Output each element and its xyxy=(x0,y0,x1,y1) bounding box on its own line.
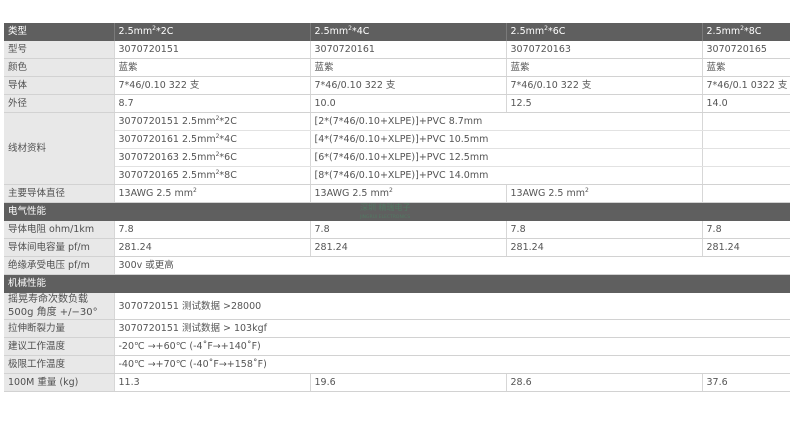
model-value: 3070720161 xyxy=(310,41,507,59)
cable-info-empty xyxy=(702,130,790,149)
main-diameter-empty xyxy=(702,184,790,203)
main-diameter-value: 13AWG 2.5 mm2 xyxy=(310,184,507,203)
rec-temp-row: 建议工作温度 -20℃ →+60℃ (-4˚F→+140˚F) xyxy=(4,337,790,356)
watermark-logo: 深圳 精瑞电子 JINGRUI ELECTRONICS xyxy=(359,202,411,220)
resistance-value: 7.8 xyxy=(702,221,790,239)
weight-value: 19.6 xyxy=(310,373,507,392)
resistance-label: 导体电阻 ohm/1km xyxy=(4,221,115,239)
swing-label-line2: 500g 角度 +/−30° xyxy=(8,307,98,318)
tensile-label: 拉伸断裂力量 xyxy=(4,319,115,338)
cable-info-empty xyxy=(702,112,790,131)
cable-info-model: 3070720151 2.5mm2*2C xyxy=(114,112,311,131)
limit-temp-label: 极限工作温度 xyxy=(4,355,115,374)
cable-info-empty xyxy=(702,166,790,185)
color-row: 颜色 蓝紫 蓝紫 蓝紫 蓝紫 xyxy=(4,58,790,77)
tensile-value: 3070720151 测试数据 > 103kgf xyxy=(114,319,790,338)
main-diameter-label: 主要导体直径 xyxy=(4,184,115,203)
od-row: 外径 8.7 10.0 12.5 14.0 xyxy=(4,94,790,113)
od-value: 12.5 xyxy=(506,94,703,113)
type-8c: 2.5mm2*8C xyxy=(702,23,790,41)
type-6c: 2.5mm2*6C xyxy=(506,23,703,41)
main-diameter-row: 主要导体直径 13AWG 2.5 mm2 13AWG 2.5 mm2 13AWG… xyxy=(4,184,790,203)
limit-temp-row: 极限工作温度 -40℃ →+70℃ (-40˚F→+158˚F) xyxy=(4,355,790,374)
color-value: 蓝紫 xyxy=(702,58,790,77)
conductor-row: 导体 7*46/0.10 322 支 7*46/0.10 322 支 7*46/… xyxy=(4,76,790,95)
cable-info-label: 线材资料 xyxy=(4,112,115,185)
capacitance-value: 281.24 xyxy=(506,238,703,257)
cable-info-spec: [6*(7*46/0.10+XLPE)]+PVC 12.5mm xyxy=(310,148,703,167)
swing-row: 摇晃寿命次数负载 500g 角度 +/−30° 3070720151 测试数据 >… xyxy=(4,293,790,320)
od-value: 14.0 xyxy=(702,94,790,113)
od-value: 8.7 xyxy=(114,94,311,113)
swing-label: 摇晃寿命次数负载 500g 角度 +/−30° xyxy=(4,293,115,320)
conductor-value: 7*46/0.1 0322 支 xyxy=(702,76,790,95)
voltage-value: 300v 或更高 xyxy=(114,256,790,275)
model-row: 型号 3070720151 3070720161 3070720163 3070… xyxy=(4,41,790,59)
weight-value: 28.6 xyxy=(506,373,703,392)
resistance-value: 7.8 xyxy=(310,221,507,239)
cable-info-row: 3070720161 2.5mm2*4C [4*(7*46/0.10+XLPE)… xyxy=(4,130,790,149)
type-2c: 2.5mm2*2C xyxy=(114,23,311,41)
type-label: 类型 xyxy=(4,23,115,41)
conductor-value: 7*46/0.10 322 支 xyxy=(114,76,311,95)
watermark-line2: JINGRUI ELECTRONICS xyxy=(359,214,410,220)
swing-value: 3070720151 测试数据 >28000 xyxy=(114,293,790,320)
conductor-value: 7*46/0.10 322 支 xyxy=(310,76,507,95)
resistance-value: 7.8 xyxy=(506,221,703,239)
od-label: 外径 xyxy=(4,94,115,113)
color-value: 蓝紫 xyxy=(506,58,703,77)
capacitance-value: 281.24 xyxy=(114,238,311,257)
weight-row: 100M 重量 (kg) 11.3 19.6 28.6 37.6 xyxy=(4,373,790,392)
limit-temp-value: -40℃ →+70℃ (-40˚F→+158˚F) xyxy=(114,355,790,374)
weight-value: 37.6 xyxy=(702,373,790,392)
weight-label: 100M 重量 (kg) xyxy=(4,373,115,392)
conductor-value: 7*46/0.10 322 支 xyxy=(506,76,703,95)
rec-temp-value: -20℃ →+60℃ (-4˚F→+140˚F) xyxy=(114,337,790,356)
cable-info-model: 3070720161 2.5mm2*4C xyxy=(114,130,311,149)
cable-info-spec: [2*(7*46/0.10+XLPE)]+PVC 8.7mm xyxy=(310,112,703,131)
color-value: 蓝紫 xyxy=(310,58,507,77)
model-value: 3070720151 xyxy=(114,41,311,59)
rec-temp-label: 建议工作温度 xyxy=(4,337,115,356)
color-label: 颜色 xyxy=(4,58,115,77)
resistance-row: 导体电阻 ohm/1km 7.8 7.8 7.8 7.8 xyxy=(4,221,790,239)
resistance-value: 7.8 xyxy=(114,221,311,239)
cable-info-empty xyxy=(702,148,790,167)
model-value: 3070720163 xyxy=(506,41,703,59)
cable-info-spec: [4*(7*46/0.10+XLPE)]+PVC 10.5mm xyxy=(310,130,703,149)
swing-label-line1: 摇晃寿命次数负载 xyxy=(8,294,88,305)
mechanical-section-title: 机械性能 xyxy=(4,274,790,293)
model-value: 3070720165 xyxy=(702,41,790,59)
weight-value: 11.3 xyxy=(114,373,311,392)
capacitance-label: 导体间电容量 pf/m xyxy=(4,238,115,257)
cable-info-row: 线材资料 3070720151 2.5mm2*2C [2*(7*46/0.10+… xyxy=(4,112,790,185)
main-diameter-value: 13AWG 2.5 mm2 xyxy=(114,184,311,203)
color-value: 蓝紫 xyxy=(114,58,311,77)
cable-info-row: 3070720165 2.5mm2*8C [8*(7*46/0.10+XLPE)… xyxy=(4,166,790,185)
main-diameter-value: 13AWG 2.5 mm2 xyxy=(506,184,703,203)
conductor-label: 导体 xyxy=(4,76,115,95)
spec-sheet: 类型 2.5mm2*2C 2.5mm2*4C 2.5mm2*6C 2.5mm2*… xyxy=(0,0,790,423)
type-header-row: 类型 2.5mm2*2C 2.5mm2*4C 2.5mm2*6C 2.5mm2*… xyxy=(4,23,790,41)
capacitance-row: 导体间电容量 pf/m 281.24 281.24 281.24 281.24 xyxy=(4,238,790,257)
capacitance-value: 281.24 xyxy=(310,238,507,257)
mechanical-section-header: 机械性能 xyxy=(4,274,790,293)
model-label: 型号 xyxy=(4,41,115,59)
capacitance-value: 281.24 xyxy=(702,238,790,257)
cable-info-spec: [8*(7*46/0.10+XLPE)]+PVC 14.0mm xyxy=(310,166,703,185)
watermark-line1: 深圳 精瑞电子 xyxy=(360,202,411,212)
voltage-row: 绝缘承受电压 pf/m 300v 或更高 xyxy=(4,256,790,275)
voltage-label: 绝缘承受电压 pf/m xyxy=(4,256,115,275)
od-value: 10.0 xyxy=(310,94,507,113)
cable-info-model: 3070720163 2.5mm2*6C xyxy=(114,148,311,167)
cable-info-model: 3070720165 2.5mm2*8C xyxy=(114,166,311,185)
cable-info-row: 3070720163 2.5mm2*6C [6*(7*46/0.10+XLPE)… xyxy=(4,148,790,167)
tensile-row: 拉伸断裂力量 3070720151 测试数据 > 103kgf xyxy=(4,319,790,338)
type-4c: 2.5mm2*4C xyxy=(310,23,507,41)
